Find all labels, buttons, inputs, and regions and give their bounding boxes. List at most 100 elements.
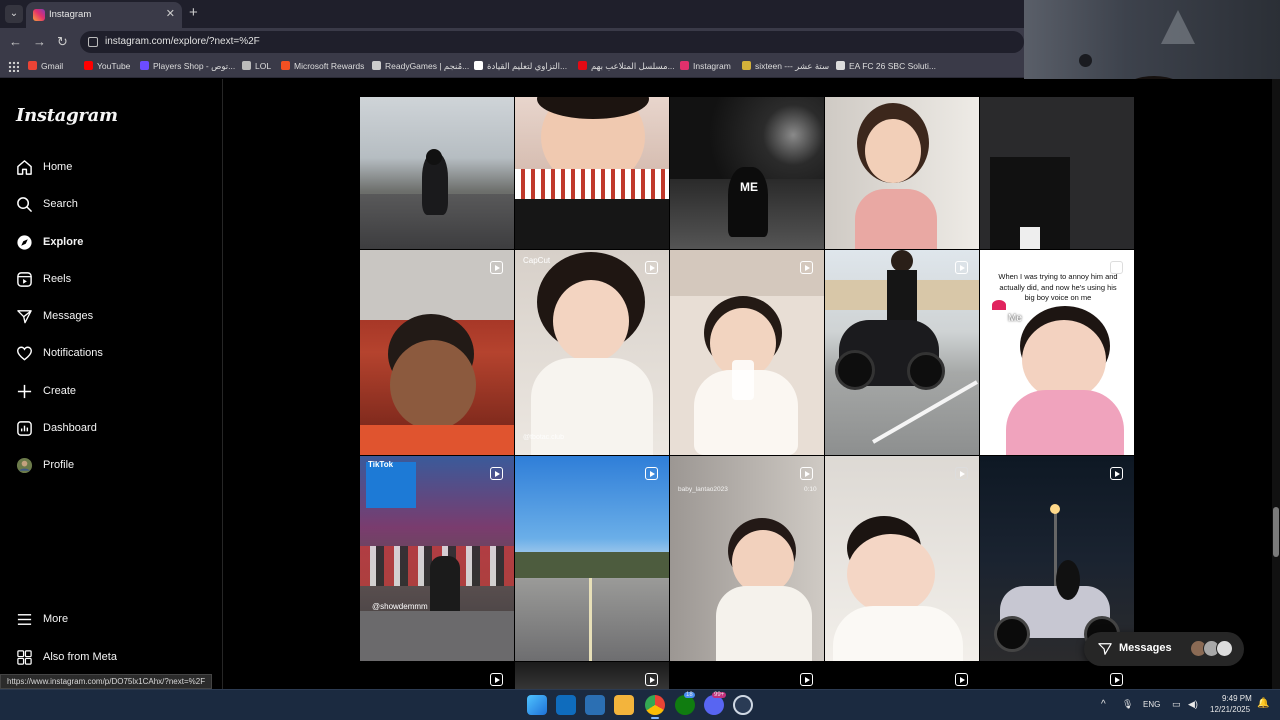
page-scrollbar[interactable] bbox=[1272, 79, 1280, 689]
bookmark-5[interactable]: ReadyGames | مُنجم... bbox=[372, 61, 469, 72]
explore-post-row4-5[interactable] bbox=[980, 662, 1134, 689]
sidebar-item-reels[interactable]: Reels bbox=[16, 266, 206, 292]
bookmark-label: ReadyGames | مُنجم... bbox=[385, 61, 470, 71]
microphone-icon[interactable]: 🎙 bbox=[1122, 699, 1133, 710]
explore-post-rider-garage[interactable] bbox=[980, 97, 1134, 249]
bookmark-10[interactable]: EA FC 26 SBC Soluti... bbox=[836, 61, 936, 71]
explore-post-motorcycle-road[interactable] bbox=[360, 97, 514, 249]
dashboard-icon bbox=[16, 420, 33, 437]
scrollbar-thumb[interactable] bbox=[1273, 507, 1279, 557]
video-duration: 0:10 bbox=[804, 486, 817, 493]
bookmark-label: مسلسل المتلاعب بهم... bbox=[591, 61, 675, 71]
instagram-logo[interactable]: Instagram bbox=[16, 105, 118, 126]
outlook-icon[interactable] bbox=[556, 695, 576, 715]
explore-post-baby-white-dress[interactable]: CapCut @tbotac.club bbox=[515, 250, 669, 455]
steam-icon[interactable] bbox=[733, 695, 753, 715]
sidebar-item-label: Dashboard bbox=[43, 422, 97, 434]
reel-icon bbox=[645, 261, 658, 274]
plus-icon bbox=[16, 383, 33, 400]
sidebar-item-profile[interactable]: Profile bbox=[16, 452, 206, 478]
bookmark-label: Gmail bbox=[41, 61, 64, 71]
store-icon[interactable] bbox=[585, 695, 605, 715]
language-indicator[interactable]: ENG bbox=[1143, 700, 1160, 709]
tab-search-button[interactable]: ⌄ bbox=[5, 5, 23, 23]
bookmark-8[interactable]: Instagram bbox=[680, 61, 731, 71]
explore-post-baby-laugh[interactable] bbox=[825, 456, 979, 661]
reel-icon bbox=[1110, 673, 1123, 686]
notification-bell-icon[interactable]: 🔔 bbox=[1257, 698, 1269, 709]
forward-icon[interactable]: → bbox=[33, 34, 46, 49]
sidebar-item-home[interactable]: Home bbox=[16, 154, 206, 180]
tab-title: Instagram bbox=[49, 9, 92, 20]
explore-post-baby-meme[interactable]: When I was trying to annoy him and actua… bbox=[980, 250, 1134, 455]
explore-post-row4-4[interactable] bbox=[825, 662, 979, 689]
reel-icon bbox=[800, 673, 813, 686]
driving-school-icon bbox=[474, 61, 483, 70]
heart-icon bbox=[16, 345, 33, 362]
browser-tab-instagram[interactable]: Instagram ✕ bbox=[26, 2, 182, 28]
menu-icon bbox=[16, 611, 33, 628]
clock-date[interactable]: 12/21/2025 bbox=[1210, 705, 1250, 714]
sidebar-item-search[interactable]: Search bbox=[16, 191, 206, 217]
explore-post-barber-kid[interactable] bbox=[360, 250, 514, 455]
reel-icon bbox=[800, 467, 813, 480]
sidebar-item-label: Profile bbox=[43, 459, 75, 471]
bookmark-1[interactable]: YouTube bbox=[84, 61, 130, 71]
volume-icon[interactable]: ◀) bbox=[1188, 699, 1198, 710]
explore-post-times-square-dance[interactable]: TikTok @showdemmm bbox=[360, 456, 514, 661]
back-icon[interactable]: ← bbox=[9, 34, 22, 49]
bookmark-7[interactable]: مسلسل المتلاعب بهم... bbox=[578, 61, 675, 72]
sidebar-item-label: Messages bbox=[43, 310, 94, 322]
network-icon[interactable]: ▭ bbox=[1172, 699, 1181, 710]
sidebar-item-dashboard[interactable]: Dashboard bbox=[16, 415, 206, 441]
clock-time[interactable]: 9:49 PM bbox=[1222, 694, 1252, 703]
explore-post-baby-drink[interactable] bbox=[670, 250, 824, 455]
bookmark-4[interactable]: Microsoft Rewards bbox=[281, 61, 364, 71]
readygames-icon bbox=[372, 61, 381, 70]
sidebar-item-label: Notifications bbox=[43, 347, 103, 359]
explore-post-row4-1[interactable] bbox=[360, 662, 514, 689]
sidebar-item-label: Create bbox=[43, 385, 77, 397]
explore-post-night-ride[interactable]: ME bbox=[670, 97, 824, 249]
explore-post-toddler-pink[interactable] bbox=[825, 97, 979, 249]
discord-icon[interactable] bbox=[704, 695, 724, 715]
sidebar-item-label: More bbox=[43, 613, 69, 625]
xbox-icon[interactable] bbox=[675, 695, 695, 715]
explore-post-sunny-road[interactable] bbox=[515, 456, 669, 661]
sidebar-item-explore[interactable]: Explore bbox=[16, 229, 206, 255]
sidebar-item-also-from-meta[interactable]: Also from Meta bbox=[16, 644, 206, 670]
sidebar-item-messages[interactable]: Messages bbox=[16, 303, 206, 329]
series-icon bbox=[578, 61, 587, 70]
bookmark-9[interactable]: sixteen --- ستة عشر bbox=[742, 61, 829, 72]
new-tab-button[interactable]: + bbox=[189, 4, 198, 21]
explore-post-night-bike[interactable] bbox=[980, 456, 1134, 661]
address-bar[interactable]: instagram.com/explore/?next=%2F bbox=[80, 31, 1024, 53]
messenger-icon bbox=[16, 308, 33, 325]
windows-start-icon[interactable] bbox=[527, 695, 547, 715]
sidebar-item-more[interactable]: More bbox=[16, 606, 206, 632]
bookmark-3[interactable]: LOL bbox=[242, 61, 271, 71]
sidebar-item-create[interactable]: Create bbox=[16, 378, 206, 404]
bookmark-2[interactable]: Players Shop - توص... bbox=[140, 61, 235, 72]
explore-post-baby-sitting[interactable]: baby_lantao2023 0:10 bbox=[670, 456, 824, 661]
tiktok-watermark: TikTok bbox=[368, 460, 394, 469]
file-explorer-icon[interactable] bbox=[614, 695, 634, 715]
messages-floating-button[interactable]: Messages bbox=[1084, 632, 1244, 666]
site-info-icon[interactable] bbox=[88, 37, 98, 47]
explore-post-row4-2[interactable] bbox=[515, 662, 669, 689]
sidebar-item-notifications[interactable]: Notifications bbox=[16, 340, 206, 366]
bookmark-6[interactable]: التزاوي لتعليم القيادة... bbox=[474, 61, 567, 72]
reel-icon bbox=[1110, 467, 1123, 480]
chrome-icon[interactable] bbox=[645, 695, 665, 715]
address-text[interactable]: instagram.com/explore/?next=%2F bbox=[105, 36, 260, 47]
tray-overflow-icon[interactable]: ^ bbox=[1101, 699, 1106, 710]
reel-icon bbox=[800, 261, 813, 274]
explore-post-row4-3[interactable] bbox=[670, 662, 824, 689]
apps-grid-icon[interactable] bbox=[8, 61, 19, 72]
reload-icon[interactable]: ↻ bbox=[57, 34, 68, 50]
bookmark-0[interactable]: Gmail bbox=[28, 61, 63, 71]
explore-post-baby-face[interactable] bbox=[515, 97, 669, 249]
explore-post-black-sportbike[interactable] bbox=[825, 250, 979, 455]
close-tab-icon[interactable]: ✕ bbox=[166, 7, 175, 20]
messenger-icon bbox=[1098, 643, 1112, 655]
